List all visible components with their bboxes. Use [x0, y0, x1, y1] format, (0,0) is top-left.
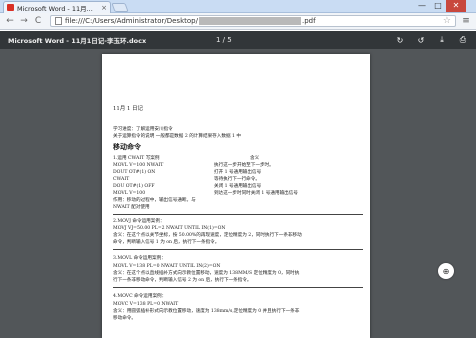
cmd-row-4: DOU OT#(1) OFF	[113, 184, 155, 189]
pdf-favicon-icon	[7, 4, 14, 11]
meaning-row-3: 等待执行下一行命令。	[214, 177, 260, 182]
back-icon[interactable]: ←	[4, 15, 16, 27]
note-line-1: 作用：移动的过程中，输出信号通断。与	[113, 198, 196, 203]
case4-desc-1: 含义：用圆弧插补形式向示教位置移动，速度为 138mm/s,定位精度为 0 并且…	[113, 309, 300, 314]
case4-title: 4.MOVC 命令运用案例：	[113, 294, 167, 299]
bookmark-star-icon[interactable]: ☆	[443, 16, 451, 26]
window-controls: — □ ✕	[414, 0, 466, 12]
doc-date: 11月 1 日记	[113, 106, 143, 112]
address-suffix: .pdf	[301, 17, 316, 25]
maximize-icon[interactable]: □	[430, 0, 446, 12]
rotate-counterclockwise-icon[interactable]: ↺	[416, 36, 426, 45]
download-icon[interactable]: ⤓	[437, 35, 447, 45]
case2-desc-1: 含义：在这个点以关节坐标，按 50.00%的再现速度，定位精度为 2，同时执行下…	[113, 233, 302, 238]
browser-toolbar: ← → C file:///C:/Users/Administrator/Des…	[0, 13, 476, 30]
reload-icon[interactable]: C	[32, 15, 44, 27]
cmd-row-5: MOVL V=100	[113, 191, 146, 196]
pdf-toolbar: Microsoft Word - 11月1日记-李玉环.docx 1 / 5 ↻…	[0, 31, 476, 49]
cmd-row-3: CWAIT	[113, 177, 130, 182]
file-page-icon	[55, 17, 62, 25]
address-prefix: file:///C:/Users/Administrator/Desktop/	[65, 17, 198, 25]
divider	[113, 287, 363, 288]
minimize-icon[interactable]: —	[414, 0, 430, 12]
case3-desc-2: 行下一条非移动命令，判断输入信号 2 为 on 后，执行下一条指令。	[113, 278, 252, 283]
cmd-row-1: MOVL V=100 NWAIT	[113, 163, 164, 168]
list-header-left: 1.运用 CWAIT 写案例	[113, 156, 160, 161]
case3-command: MOVL V=138 PL=0 NWAIT UNTIL IN(2)=ON	[113, 264, 221, 269]
tab-strip: Microsoft Word - 11月... × — □ ✕	[0, 0, 476, 13]
print-icon[interactable]: ⎙	[458, 35, 468, 45]
meaning-row-2: 打开 1 号通用输出信号	[214, 170, 262, 175]
pdf-viewer: Microsoft Word - 11月1日记-李玉环.docx 1 / 5 ↻…	[0, 31, 476, 338]
redacted-filename	[198, 17, 301, 25]
case4-desc-2: 移动命令。	[113, 316, 136, 321]
zoom-icon[interactable]: ⊕	[438, 263, 454, 279]
divider	[113, 249, 363, 250]
doc-intro: 关于运算指令的说明 一般都是数据 2 的计算结果存入数据 1 中	[113, 134, 241, 139]
pdf-page: 11月 1 日记 学习进度：了解运用安川指令 关于运算指令的说明 一般都是数据 …	[102, 54, 370, 338]
close-window-icon[interactable]: ✕	[446, 0, 466, 12]
rotate-clockwise-icon[interactable]: ↻	[395, 36, 405, 45]
menu-icon[interactable]: ≡	[460, 16, 472, 26]
cmd-row-2: DOUT OT#(1) ON	[113, 170, 156, 175]
meaning-row-1: 执行这一步开始至下一步时。	[214, 163, 274, 168]
forward-icon[interactable]: →	[18, 15, 30, 27]
meaning-row-5: 到达这一步时同时关闭 1 号通用输出信号	[214, 191, 298, 196]
page-indicator: 1 / 5	[216, 36, 232, 44]
case3-title: 3.MOVL 命令运用案例：	[113, 256, 166, 261]
note-line-2: NWAIT 配对使用	[113, 205, 150, 210]
tab-title: Microsoft Word - 11月...	[17, 4, 93, 13]
section-heading: 移动命令	[113, 142, 141, 151]
case2-title: 2.MOVJ 命令运用案例：	[113, 219, 165, 224]
pdf-document-title: Microsoft Word - 11月1日记-李玉环.docx	[8, 37, 147, 45]
case3-desc-1: 含义：在这个点以直线插补方式向示教位置移动，速度为 138MM/S 定位精度为 …	[113, 271, 300, 276]
new-tab-button[interactable]	[111, 3, 129, 12]
meaning-row-4: 关闭 1 号通用输出信号	[214, 184, 262, 189]
list-header-right: 含义	[250, 156, 260, 161]
case2-command: MOVJ VJ=50.00 PL=2 NWAIT UNTIL IN(1)=ON	[113, 226, 226, 231]
doc-progress: 学习进度：了解运用安川指令	[113, 127, 173, 132]
divider	[113, 214, 363, 215]
browser-tab[interactable]: Microsoft Word - 11月... ×	[3, 1, 111, 13]
case2-desc-2: 命令，判断输入信号 1 为 on 后，执行下一条指令。	[113, 240, 220, 245]
case4-command: MOVC V=138 PL=0 NWAIT	[113, 302, 179, 307]
pdf-actions: ↻ ↺ ⤓ ⎙	[395, 31, 468, 49]
tab-close-icon[interactable]: ×	[101, 4, 107, 12]
address-bar[interactable]: file:///C:/Users/Administrator/Desktop/ …	[50, 15, 456, 27]
